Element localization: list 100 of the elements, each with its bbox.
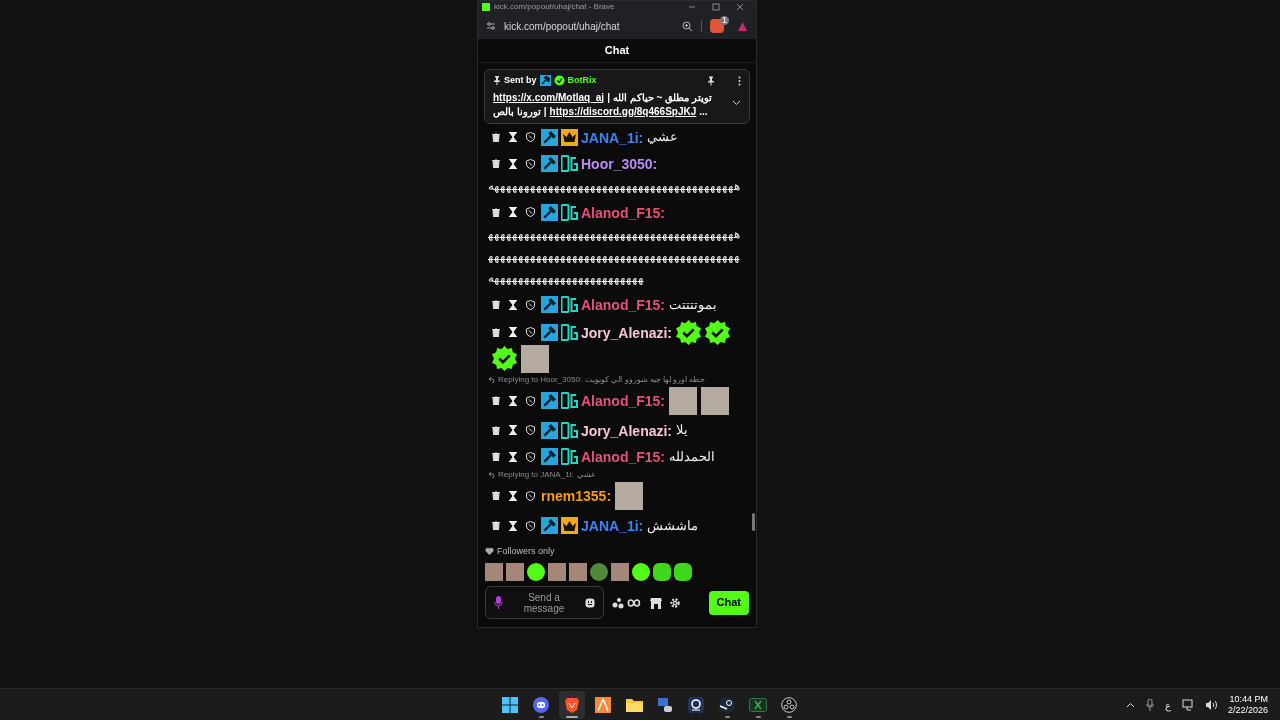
hourglass-icon[interactable] xyxy=(509,425,517,436)
trash-icon[interactable] xyxy=(492,327,500,337)
chat-username[interactable]: Alanod_F15: xyxy=(581,296,665,313)
trash-icon[interactable] xyxy=(492,396,500,406)
shield-icon[interactable] xyxy=(526,451,535,462)
close-icon[interactable] xyxy=(736,3,744,11)
reply-context-label: Replying to JANA_1i: xyxy=(498,469,574,480)
webcam-icon[interactable] xyxy=(688,697,704,713)
microphone-icon[interactable] xyxy=(494,596,503,609)
shield-icon[interactable] xyxy=(526,158,535,169)
discord-app-icon[interactable] xyxy=(533,697,549,713)
reply-context-label: Replying to Hoor_3050: xyxy=(498,374,583,385)
windows-start-icon[interactable] xyxy=(502,697,518,713)
hourglass-icon[interactable] xyxy=(509,207,517,218)
shield-icon[interactable] xyxy=(526,425,535,436)
message-input-field[interactable]: Send a message xyxy=(485,586,604,619)
chat-message-text: بموتتتتت xyxy=(669,296,717,312)
shield-icon[interactable] xyxy=(526,520,535,531)
clock-date[interactable]: 2/22/2026 xyxy=(1227,705,1268,716)
spreadsheet-x-icon[interactable] xyxy=(749,698,767,712)
face-emote-icon[interactable] xyxy=(632,563,650,581)
pinned-text: تويتر مطلق ~ حياكم الله xyxy=(612,90,712,105)
shield-icon[interactable] xyxy=(526,132,535,143)
shield-icon[interactable] xyxy=(526,395,535,406)
obs-app-icon[interactable] xyxy=(781,697,797,713)
emoji-icon[interactable] xyxy=(585,597,595,608)
verified-badge-icon xyxy=(553,75,565,87)
pin-icon[interactable] xyxy=(707,75,715,86)
chat-header-title: Chat xyxy=(604,43,630,59)
chat-message-text: هههههههههههههههههههههههههههههههههههههههههه xyxy=(488,178,740,193)
zoom-icon[interactable] xyxy=(682,20,693,32)
hourglass-icon[interactable] xyxy=(509,299,517,310)
chat-username[interactable]: Jory_Alenazi: xyxy=(581,422,673,439)
computer-network-icon[interactable] xyxy=(657,697,673,713)
store-icon[interactable] xyxy=(650,596,662,609)
chat-send-button[interactable]: Chat xyxy=(708,590,749,615)
folder-icon[interactable] xyxy=(625,698,643,712)
pinned-link[interactable]: https://x.com/Motlaq_aj xyxy=(493,90,605,105)
more-options-icon[interactable] xyxy=(738,75,741,86)
pinned-text: تورونا بالص xyxy=(493,104,541,119)
reply-quote-text: حطه اورو لها جبه شوروو الي كويويت xyxy=(585,374,706,385)
chat-message-text: يلا xyxy=(676,422,689,438)
window-title: kick.com/popout/uhaj/chat - Brave xyxy=(494,3,615,11)
trash-icon[interactable] xyxy=(492,132,500,142)
microphone-icon[interactable] xyxy=(1145,699,1154,711)
moderator-badge-icon xyxy=(539,75,551,87)
hourglass-icon[interactable] xyxy=(509,490,517,501)
pinned-text: | xyxy=(607,90,610,105)
trash-icon[interactable] xyxy=(492,491,500,501)
face-emote-icon[interactable] xyxy=(527,563,545,581)
settings-icon[interactable] xyxy=(670,597,680,608)
trash-icon[interactable] xyxy=(492,452,500,462)
frog-emote-icon[interactable] xyxy=(590,563,608,581)
hourglass-icon[interactable] xyxy=(509,132,517,143)
chat-username[interactable]: Hoor_3050: xyxy=(581,155,658,172)
taskbar-app-button[interactable] xyxy=(559,691,585,719)
steam-app-icon[interactable] xyxy=(719,697,735,713)
chat-username[interactable]: Alanod_F15: xyxy=(581,392,665,409)
maximize-icon[interactable] xyxy=(712,3,720,11)
running-indicator xyxy=(538,716,544,718)
expand-chevron-icon[interactable] xyxy=(732,100,741,106)
clock-time[interactable]: 10:44 PM xyxy=(1229,694,1268,705)
chevron-up-icon[interactable] xyxy=(1125,702,1135,708)
chat-username[interactable]: JANA_1i: xyxy=(581,129,644,146)
hourglass-icon[interactable] xyxy=(509,451,517,462)
speaker-icon[interactable] xyxy=(1204,700,1217,710)
blob-emote-icon[interactable] xyxy=(653,563,671,581)
site-settings-icon[interactable] xyxy=(486,21,496,31)
chat-message-text: ماششش xyxy=(647,517,699,533)
chat-username[interactable]: JANA_1i: xyxy=(581,517,644,534)
chat-username[interactable]: Alanod_F15: xyxy=(581,448,665,465)
network-icon[interactable] xyxy=(1181,699,1194,711)
chat-username[interactable]: Alanod_F15: xyxy=(581,204,665,221)
chat-message-text: الحمدلله xyxy=(669,448,715,464)
hourglass-icon[interactable] xyxy=(509,395,517,406)
reply-arrow-icon xyxy=(488,471,495,479)
trash-icon[interactable] xyxy=(492,300,500,310)
trash-icon[interactable] xyxy=(492,425,500,435)
chat-username[interactable]: rnem1355: xyxy=(541,487,612,504)
trash-icon[interactable] xyxy=(492,207,500,217)
shield-icon[interactable] xyxy=(526,207,535,218)
shield-icon[interactable] xyxy=(526,327,535,338)
lion-shield-icon[interactable] xyxy=(564,697,580,713)
brave-shield-button[interactable] xyxy=(710,19,724,33)
trash-icon[interactable] xyxy=(492,521,500,530)
shield-icon[interactable] xyxy=(526,299,535,310)
pinned-author-name[interactable]: BotRix xyxy=(567,74,597,88)
triangle-rewards-icon[interactable] xyxy=(737,20,748,32)
input-language-indicator[interactable]: ع xyxy=(1164,697,1171,713)
pinned-link[interactable]: https://discord.gg/8q466SpJKJ xyxy=(549,104,697,119)
hourglass-icon[interactable] xyxy=(509,520,517,531)
shield-icon[interactable] xyxy=(526,490,535,501)
blob-emote-icon[interactable] xyxy=(674,563,692,581)
chat-username[interactable]: Jory_Alenazi: xyxy=(581,324,673,341)
trash-icon[interactable] xyxy=(492,159,500,169)
hourglass-icon[interactable] xyxy=(509,327,517,338)
address-bar[interactable]: kick.com/popout/uhaj/chat xyxy=(504,18,674,34)
points-infinity-icon[interactable] xyxy=(612,596,642,609)
hourglass-icon[interactable] xyxy=(509,158,517,169)
scrollbar-thumb[interactable] xyxy=(752,512,755,531)
